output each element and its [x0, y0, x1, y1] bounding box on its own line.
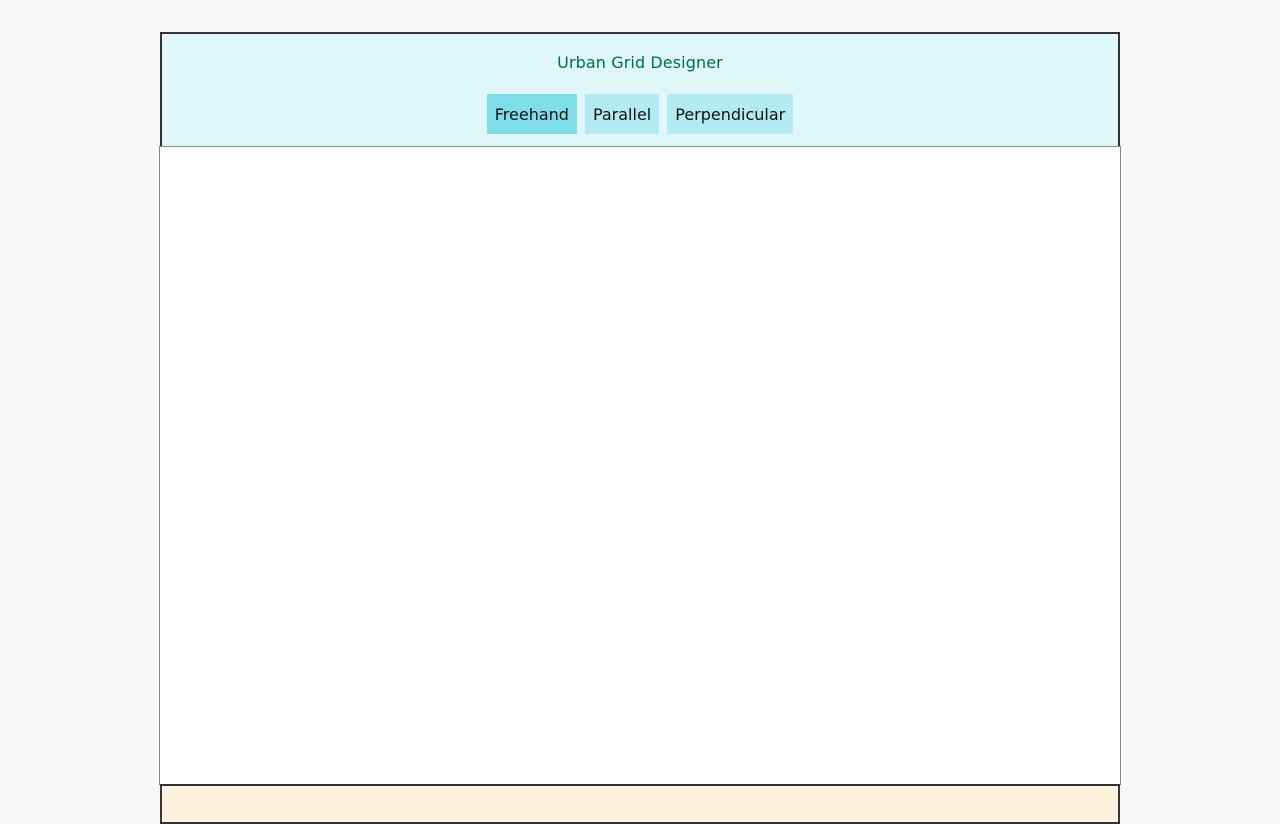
- perpendicular-mode-button[interactable]: Perpendicular: [667, 94, 794, 134]
- bottom-panel: [160, 784, 1120, 824]
- header-panel: Urban Grid Designer Freehand Parallel Pe…: [160, 32, 1120, 146]
- parallel-mode-button[interactable]: Parallel: [584, 94, 660, 134]
- app-container: Urban Grid Designer Freehand Parallel Pe…: [159, 32, 1121, 824]
- app-title: Urban Grid Designer: [557, 53, 723, 72]
- freehand-mode-button[interactable]: Freehand: [486, 94, 577, 134]
- drawing-mode-toolbar: Freehand Parallel Perpendicular: [162, 94, 1118, 134]
- drawing-canvas[interactable]: [159, 146, 1121, 785]
